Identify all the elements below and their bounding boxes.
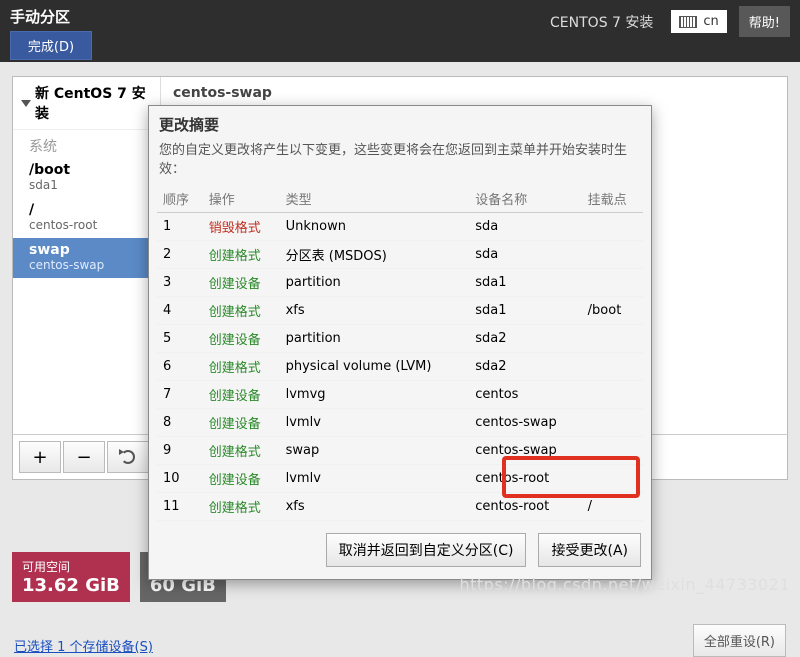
changes-table: 顺序 操作 类型 设备名称 挂载点 1销毁格式Unknownsda2创建格式分区… <box>157 185 643 521</box>
dialog-title: 更改摘要 <box>149 106 651 139</box>
table-row[interactable]: 7创建设备lvmvgcentos <box>157 381 643 409</box>
col-mount[interactable]: 挂载点 <box>582 185 643 213</box>
storage-devices-link[interactable]: 已选择 1 个存储设备(S) <box>14 636 153 655</box>
col-device[interactable]: 设备名称 <box>469 185 581 213</box>
table-row[interactable]: 4创建格式xfssda1/boot <box>157 297 643 325</box>
table-row[interactable]: 9创建格式swapcentos-swap <box>157 437 643 465</box>
col-order[interactable]: 顺序 <box>157 185 203 213</box>
col-action[interactable]: 操作 <box>203 185 280 213</box>
col-type[interactable]: 类型 <box>280 185 470 213</box>
accept-changes-button[interactable]: 接受更改(A) <box>538 533 641 567</box>
table-row[interactable]: 8创建设备lvmlvcentos-swap <box>157 409 643 437</box>
table-row[interactable]: 3创建设备partitionsda1 <box>157 269 643 297</box>
table-row[interactable]: 10创建设备lvmlvcentos-root <box>157 465 643 493</box>
reset-all-button[interactable]: 全部重设(R) <box>693 624 786 657</box>
dialog-subtitle: 您的自定义更改将产生以下变更，这些变更将会在您返回到主菜单并开始安装时生效： <box>149 139 651 185</box>
watermark-text: https://blog.csdn.net/weixin_44733021 <box>459 575 790 594</box>
table-row[interactable]: 1销毁格式Unknownsda <box>157 213 643 241</box>
table-row[interactable]: 11创建格式xfscentos-root/ <box>157 493 643 521</box>
cancel-changes-button[interactable]: 取消并返回到自定义分区(C) <box>326 533 527 567</box>
table-row[interactable]: 2创建格式分区表 (MSDOS)sda <box>157 241 643 269</box>
table-row[interactable]: 5创建设备partitionsda2 <box>157 325 643 353</box>
table-row[interactable]: 6创建格式physical volume (LVM)sda2 <box>157 353 643 381</box>
change-summary-dialog: 更改摘要 您的自定义更改将产生以下变更，这些变更将会在您返回到主菜单并开始安装时… <box>148 105 652 580</box>
